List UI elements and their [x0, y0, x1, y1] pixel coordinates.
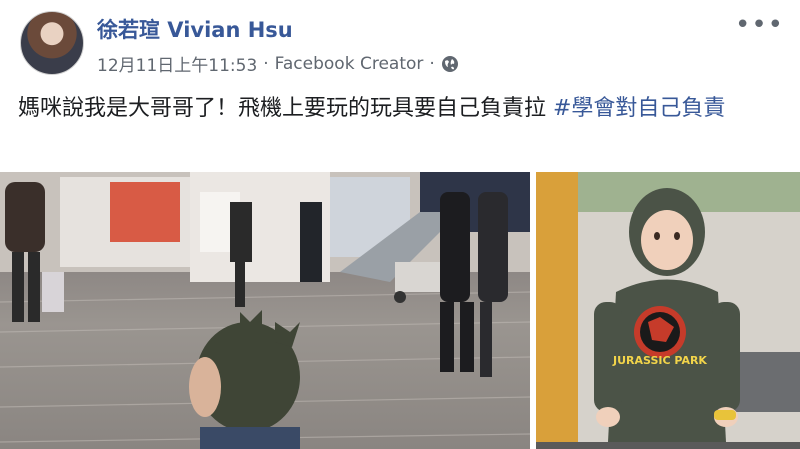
- child-portrait-image: JURASSIC PARK: [536, 172, 800, 442]
- more-horizontal-icon[interactable]: •••: [735, 12, 784, 38]
- meta-separator-2: ·: [429, 53, 435, 74]
- post-app-source[interactable]: Facebook Creator: [275, 54, 424, 74]
- post-meta: 12月11日上午11:53 · Facebook Creator ·: [97, 51, 459, 76]
- globe-icon[interactable]: [441, 55, 459, 73]
- post-message-text: 媽咪說我是大哥哥了！飛機上要玩的玩具要自己負責拉: [18, 96, 553, 121]
- post-timestamp[interactable]: 12月11日上午11:53: [97, 51, 257, 76]
- post-photo-strip[interactable]: [536, 442, 800, 449]
- jurassic-park-logo-text: JURASSIC PARK: [612, 354, 707, 367]
- airport-scene-image: [0, 172, 530, 449]
- post-photo-side[interactable]: JURASSIC PARK: [536, 172, 800, 442]
- post-hashtag[interactable]: #學會對自己負責: [553, 96, 725, 121]
- meta-separator: ·: [263, 53, 269, 74]
- author-name[interactable]: 徐若瑄 Vivian Hsu: [97, 14, 293, 44]
- author-avatar[interactable]: [20, 11, 84, 75]
- post-message: 媽咪說我是大哥哥了！飛機上要玩的玩具要自己負責拉 #學會對自己負責: [18, 92, 788, 125]
- post-photo-main[interactable]: [0, 172, 530, 449]
